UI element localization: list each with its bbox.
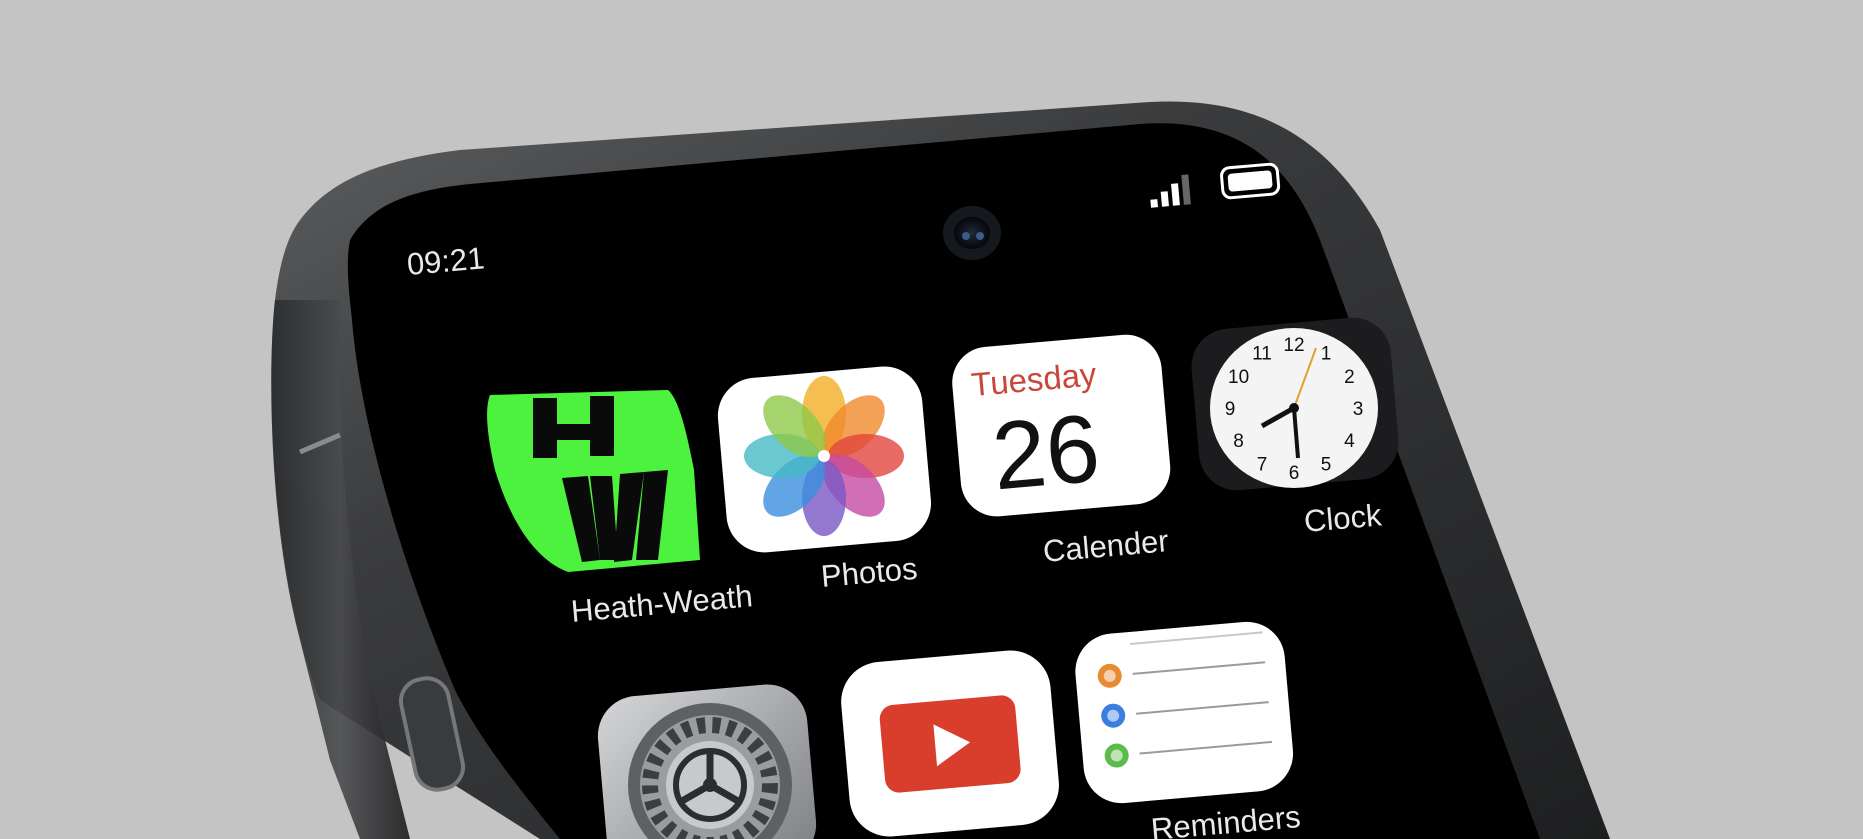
clock-dial-number: 10 (1228, 367, 1249, 388)
app-settings[interactable] (595, 681, 820, 839)
app-label-clock: Clock (1303, 497, 1384, 539)
clock-dial-number: 4 (1344, 431, 1355, 452)
clock-dial-number: 2 (1344, 367, 1355, 388)
clock-dial-number: 7 (1257, 454, 1268, 475)
clock-dial-number: 12 (1283, 335, 1304, 356)
clock-dial-number: 6 (1289, 463, 1300, 484)
phone-render: 09:21 Heath-Weath Photos Tuesday 26 Cale… (0, 0, 1863, 839)
photos-flower-icon (744, 376, 904, 536)
clock-dial-number: 8 (1233, 431, 1244, 452)
app-youtube[interactable] (838, 647, 1062, 839)
front-camera (943, 206, 1001, 260)
status-time: 09:21 (406, 240, 486, 282)
youtube-play-icon (879, 695, 1021, 793)
clock-dial-number: 5 (1321, 454, 1332, 475)
calendar-icon: Tuesday 26 (952, 334, 1171, 517)
clock-dial-number: 3 (1353, 399, 1364, 420)
clock-dial-number: 11 (1252, 344, 1272, 365)
clock-icon: 12 12 3 45678 9 1011 (1210, 328, 1378, 488)
clock-dial-number: 9 (1225, 399, 1236, 420)
phone-mockup: 09:21 Heath-Weath Photos Tuesday 26 Cale… (271, 101, 1610, 839)
calendar-day-number: 26 (988, 395, 1104, 511)
clock-dial-number: 1 (1321, 344, 1332, 365)
reminders-list-icon (1075, 621, 1294, 804)
